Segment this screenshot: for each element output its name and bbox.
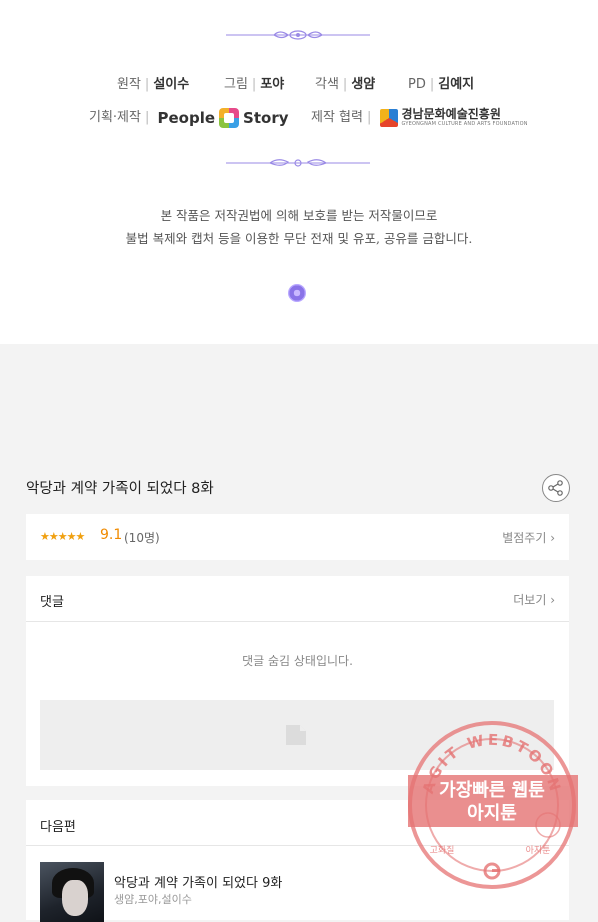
credit-row-1: 원작 | 설이수: [117, 77, 190, 92]
story-box-icon: [219, 107, 240, 128]
credit-art-value: 포야: [260, 77, 285, 92]
credit-adaptation-value: 생얌: [351, 77, 376, 92]
credit-pd: PD | 김예지: [408, 77, 475, 92]
flourish-ornament-icon: [226, 159, 370, 167]
comment-title: 댓글: [40, 595, 64, 610]
rate-button[interactable]: 별점주기 ›: [502, 529, 555, 546]
copyright-notice-line2: 불법 복제와 캡처 등을 이용한 무단 전재 및 유포, 공유를 금합니다.: [125, 231, 473, 246]
flower-ornament-icon: [288, 284, 306, 302]
credit-art: 그림 | 포야: [224, 77, 285, 92]
credit-cooperation: 제작 협력 | 경남문화예술진흥원 GYEONGNAM CULTURE AND A…: [311, 107, 528, 127]
comment-header: 댓글 더보기 ›: [26, 576, 569, 622]
watermark-line2: 아지툰: [467, 803, 517, 824]
people-story-logo-left: People: [157, 108, 216, 127]
credit-cooperation-label: 제작 협력: [311, 110, 363, 125]
copyright-notice-line1: 본 작품은 저작권법에 의해 보호를 받는 저작물이므로: [160, 208, 438, 223]
credit-planning: 기획·제작 | People Story: [89, 107, 289, 128]
episode-title: 악당과 계약 가족이 되었다 8화: [26, 481, 214, 497]
credit-adaptation-label: 각색: [315, 77, 339, 92]
flourish-ornament-icon: [226, 30, 370, 40]
rating-stars: ★★★★★: [40, 530, 85, 543]
share-button[interactable]: [542, 474, 570, 502]
credit-adaptation: 각색 | 생얌: [315, 77, 376, 92]
credit-original-value: 설이수: [153, 77, 190, 92]
credit-pd-label: PD: [408, 77, 426, 92]
gyeongnam-logo-sub: GYEONGNAM CULTURE AND ARTS FOUNDATION: [401, 121, 528, 127]
next-title: 다음편: [40, 820, 76, 835]
credit-planning-label: 기획·제작: [89, 110, 141, 125]
watermark-bottom-right: 아지툰: [526, 845, 551, 856]
comment-hidden-message: 댓글 숨김 상태입니다.: [242, 654, 353, 668]
document-icon: [286, 725, 306, 745]
share-icon: [548, 480, 563, 496]
credit-original-label: 원작: [117, 77, 141, 92]
gyeongnam-foundation-logo: 경남문화예술진흥원 GYEONGNAM CULTURE AND ARTS FOU…: [379, 107, 528, 127]
comment-more-button[interactable]: 더보기 ›: [513, 591, 555, 608]
gyeongnam-logo-main: 경남문화예술진흥원: [401, 107, 501, 121]
rating-card: ★★★★★ 9.1 (10명) 별점주기 ›: [26, 514, 569, 560]
rating-count: (10명): [124, 531, 160, 545]
copyright-notice: 본 작품은 저작권법에 의해 보호를 받는 저작물이므로 불법 복제와 캡처 등…: [0, 204, 598, 250]
next-episode-authors: 생얌,포야,설이수: [114, 893, 192, 906]
credits-section: 원작 | 설이수 그림 | 포야 각색 | 생얌 PD | 김예지 기획·제작 | People …: [0, 0, 598, 344]
credit-pd-value: 김예지: [438, 77, 475, 92]
next-episode-title[interactable]: 악당과 계약 가족이 되었다 9화: [114, 872, 282, 891]
agitoon-watermark-stamp: AGIT WEBTOON 가장빠른 웹툰 아지툰 고화질 아지툰: [408, 721, 578, 889]
people-story-logo-right: Story: [243, 108, 289, 127]
people-story-logo: People Story: [157, 107, 289, 128]
watermark-line1: 가장빠른 웹툰: [439, 780, 545, 801]
gyeongnam-mark-icon: [379, 108, 398, 127]
credit-art-label: 그림: [224, 77, 248, 92]
next-episode-thumbnail[interactable]: [40, 862, 104, 922]
rating-score: 9.1: [100, 527, 123, 543]
watermark-bottom-left: 고화질: [430, 844, 455, 856]
